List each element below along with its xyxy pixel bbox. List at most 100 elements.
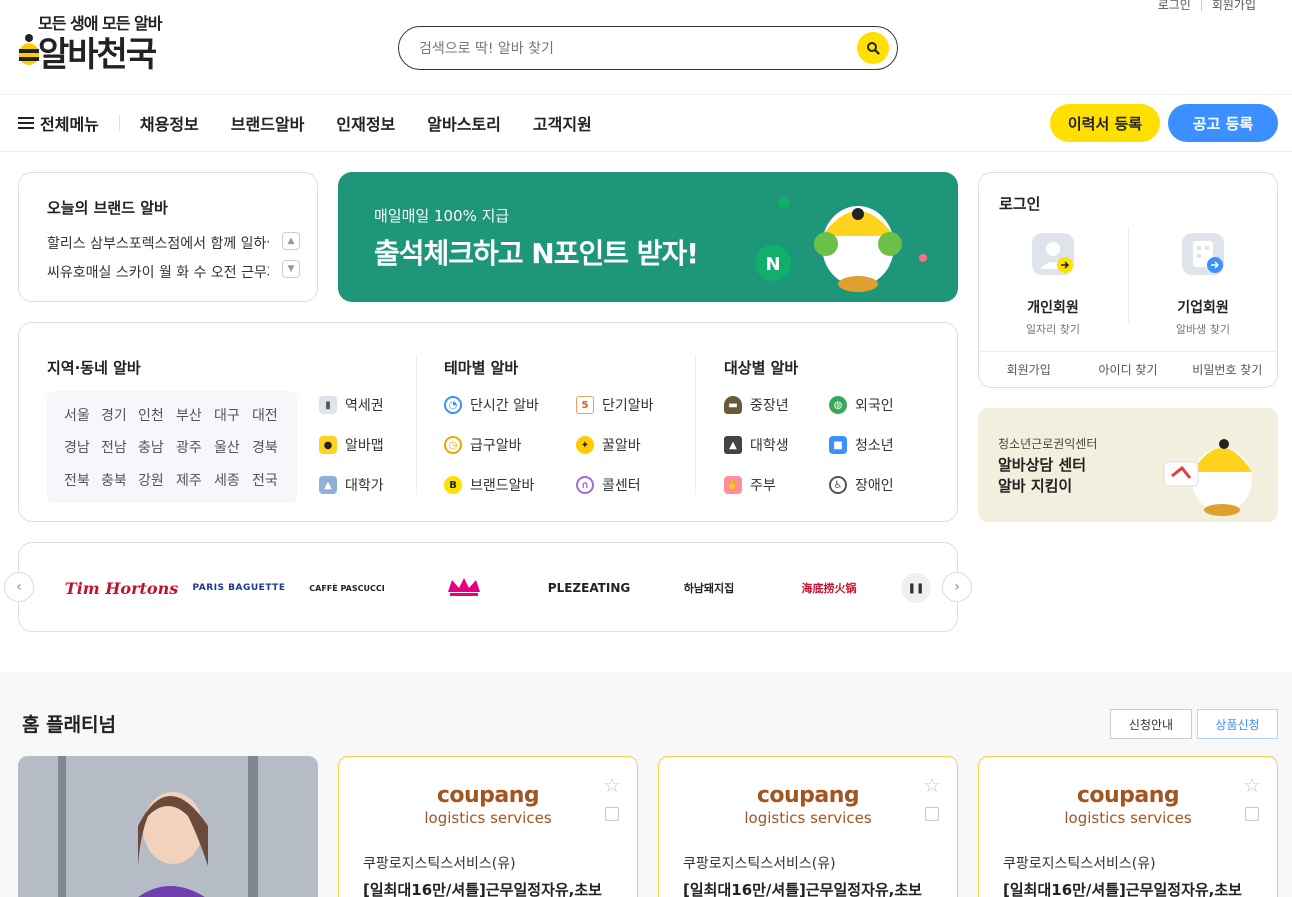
- job-card[interactable]: ☆ coupang logistics services 쿠팡로지스틱스서비스(…: [658, 756, 958, 897]
- banner-title: 출석체크하고 N포인트 받자!: [374, 237, 699, 270]
- region-link[interactable]: 서울: [64, 405, 90, 425]
- stopwatch-icon: ◷: [444, 436, 462, 454]
- theme-link[interactable]: B 브랜드알바: [444, 475, 534, 495]
- globe-icon: ◍: [829, 396, 847, 414]
- region-link[interactable]: 대전: [252, 405, 278, 425]
- alba-map-label: 알바맵: [345, 438, 384, 454]
- resume-register-button[interactable]: 이력서 등록: [1050, 104, 1160, 142]
- backpack-icon: ■: [829, 436, 847, 454]
- region-link[interactable]: 충북: [101, 470, 127, 490]
- region-link[interactable]: 울산: [214, 437, 240, 457]
- search-bar[interactable]: 검색으로 딱! 알바 찾기: [398, 26, 898, 70]
- job-title: [일최대16만/셔틀]근무일정자유,초보: [363, 881, 602, 897]
- personal-member-login[interactable]: 개인회원 일자리 찾기: [979, 229, 1127, 337]
- company-member-login[interactable]: 기업회원 알바생 찾기: [1129, 229, 1277, 337]
- job-card[interactable]: ☆ coupang logistics services 쿠팡로지스틱스서비스(…: [978, 756, 1278, 897]
- nav-divider: [0, 151, 1292, 152]
- clock-icon: ◔: [444, 396, 462, 414]
- scroll-down-button[interactable]: ▼: [282, 260, 300, 278]
- region-link[interactable]: 제주: [176, 470, 202, 490]
- nav-item-story[interactable]: 알바스토리: [427, 111, 501, 135]
- brand-logo-tim-hortons[interactable]: Tim Hortons: [59, 573, 184, 603]
- target-link[interactable]: ♿ 장애인: [829, 475, 894, 495]
- brand-logo-haidilao[interactable]: 海底捞火锅: [784, 573, 874, 603]
- company-name: 쿠팡로지스틱스서비스(유): [1003, 856, 1156, 872]
- brand-alba-panel: 오늘의 브랜드 알바 할리스 삼부스포렉스점에서 함께 일하실 분을 모십니다 …: [18, 172, 318, 302]
- campus-label: 대학가: [345, 478, 384, 494]
- region-link[interactable]: 경북: [252, 437, 278, 457]
- carousel-next-button[interactable]: ›: [942, 572, 972, 602]
- region-link[interactable]: 전국: [252, 470, 278, 490]
- scroll-up-button[interactable]: ▲: [282, 232, 300, 250]
- post-register-button[interactable]: 공고 등록: [1168, 104, 1278, 142]
- nav-item-jobs[interactable]: 채용정보: [140, 111, 199, 135]
- brand-logo-hanam[interactable]: 하남돼지집: [659, 573, 759, 603]
- theme-link[interactable]: ◔ 단시간 알바: [444, 395, 539, 415]
- region-link[interactable]: 세종: [214, 470, 240, 490]
- attendance-banner[interactable]: 매일매일 100% 지급 출석체크하고 N포인트 받자! N: [338, 172, 958, 302]
- job-title: [일최대16만/셔틀]근무일정자유,초보: [1003, 881, 1242, 897]
- signup-link[interactable]: 회원가입: [979, 361, 1078, 378]
- target-link[interactable]: ▬ 중장년: [724, 395, 789, 415]
- region-link[interactable]: 대구: [214, 405, 240, 425]
- brand-logo-paris-baguette[interactable]: PARIS BAGUETTE: [184, 573, 294, 603]
- hamburger-icon: [18, 117, 34, 129]
- theme-link[interactable]: ✦ 꿀알바: [576, 435, 641, 455]
- region-link[interactable]: 충남: [138, 437, 164, 457]
- station-area-link[interactable]: ▮ 역세권: [319, 395, 384, 415]
- target-link[interactable]: ✋ 주부: [724, 475, 776, 495]
- alba-map-link[interactable]: ● 알바맵: [319, 435, 384, 455]
- login-link[interactable]: 로그인: [1148, 0, 1201, 13]
- campus-link[interactable]: ▲ 대학가: [319, 475, 384, 495]
- target-link[interactable]: ◍ 외국인: [829, 395, 894, 415]
- theme-link[interactable]: ◷ 급구알바: [444, 435, 522, 455]
- counsel-banner[interactable]: 청소년근로권익센터 알바상담 센터 알바 지킴이: [978, 408, 1278, 522]
- header-divider: [0, 94, 1292, 95]
- signup-link[interactable]: 회원가입: [1202, 0, 1266, 13]
- region-link[interactable]: 전북: [64, 470, 90, 490]
- carousel-prev-button[interactable]: ‹: [4, 572, 34, 602]
- region-link[interactable]: 전남: [101, 437, 127, 457]
- pause-button[interactable]: ❚❚: [901, 573, 931, 603]
- region-link[interactable]: 인천: [138, 405, 164, 425]
- honey-icon: ✦: [576, 436, 594, 454]
- apply-button[interactable]: 상품신청: [1197, 709, 1278, 739]
- region-link[interactable]: 경남: [64, 437, 90, 457]
- nav-item-talent[interactable]: 인재정보: [336, 111, 395, 135]
- find-password-link[interactable]: 비밀번호 찾기: [1178, 361, 1277, 378]
- all-menu-button[interactable]: 전체메뉴: [18, 115, 120, 134]
- target-link[interactable]: ▲ 대학생: [724, 435, 789, 455]
- graduation-cap-icon: ▲: [724, 436, 742, 454]
- region-link[interactable]: 광주: [176, 437, 202, 457]
- subway-icon: ▮: [319, 396, 337, 414]
- nav-item-brand[interactable]: 브랜드알바: [231, 111, 305, 135]
- guide-button[interactable]: 신청안내: [1110, 709, 1192, 739]
- counsel-line2: 알바 지킴이: [998, 477, 1073, 495]
- region-link[interactable]: 경기: [101, 405, 127, 425]
- crown-icon: [448, 578, 480, 596]
- brand-logo-plezeating[interactable]: PLEZEATING: [539, 573, 639, 603]
- mascot-illustration: N: [755, 196, 927, 292]
- brand-logo-crown[interactable]: [434, 573, 494, 603]
- job-card[interactable]: ☆ coupang logistics services 쿠팡로지스틱스서비스(…: [338, 756, 638, 897]
- category-panel: 지역·동네 알바 서울 경기 인천 부산 대구 대전 경남 전남 충남 광주 울…: [18, 322, 958, 522]
- theme-link[interactable]: 5 단기알바: [576, 395, 654, 415]
- find-id-link[interactable]: 아이디 찾기: [1078, 361, 1177, 378]
- brand-logo-pascucci[interactable]: CAFFÈ PASCUCCI: [302, 573, 392, 603]
- brand-alba-item[interactable]: 할리스 삼부스포렉스점에서 함께 일하실 분을 모십니다: [47, 233, 269, 253]
- coupang-logo-sub: logistics services: [424, 809, 552, 827]
- nav-item-support[interactable]: 고객지원: [533, 111, 592, 135]
- target-link[interactable]: ■ 청소년: [829, 435, 894, 455]
- brand-alba-item[interactable]: 씨유호매실 스카이 월 화 수 오전 근무자 모집: [47, 262, 269, 282]
- region-link[interactable]: 강원: [138, 470, 164, 490]
- search-input[interactable]: 검색으로 딱! 알바 찾기: [419, 38, 857, 58]
- glove-icon: ✋: [724, 476, 742, 494]
- calendar-icon: 5: [576, 396, 594, 414]
- ad-photo[interactable]: [18, 756, 318, 897]
- region-link[interactable]: 부산: [176, 405, 202, 425]
- theme-link[interactable]: ∩ 콜센터: [576, 475, 641, 495]
- search-button[interactable]: [857, 32, 889, 64]
- top-links: 로그인 회원가입: [1148, 0, 1266, 13]
- chevron-right-icon: ›: [954, 579, 960, 595]
- theme-title: 테마별 알바: [444, 359, 519, 377]
